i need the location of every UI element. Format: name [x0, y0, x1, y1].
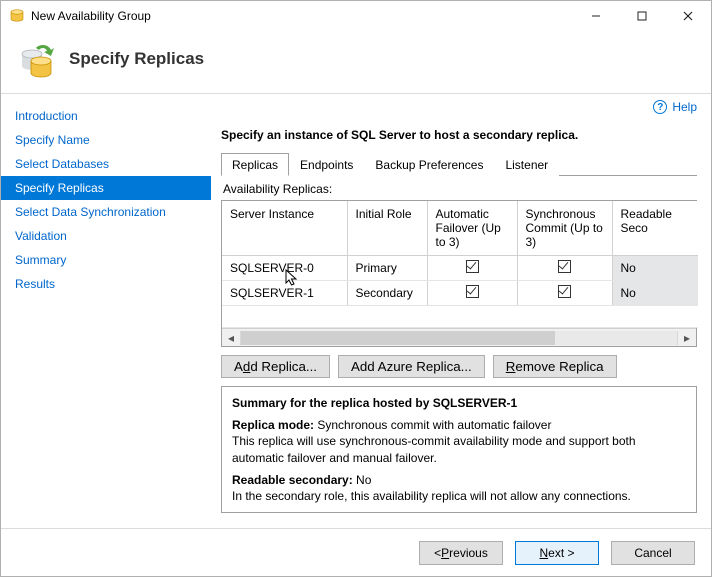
- app-icon: [9, 8, 25, 24]
- nav-summary[interactable]: Summary: [1, 248, 211, 272]
- cell-readable[interactable]: No: [612, 256, 698, 281]
- summary-readable-value: No: [353, 473, 372, 487]
- window-title: New Availability Group: [31, 9, 573, 23]
- summary-mode-value: Synchronous commit with automatic failov…: [314, 418, 551, 432]
- previous-button[interactable]: < Previous: [419, 541, 503, 565]
- grid-table: Server Instance Initial Role Automatic F…: [222, 201, 698, 328]
- summary-heading: Summary for the replica hosted by SQLSER…: [232, 396, 517, 410]
- tab-backup-preferences[interactable]: Backup Preferences: [364, 153, 494, 176]
- scroll-right-icon[interactable]: ▸: [678, 331, 696, 345]
- sidebar: Introduction Specify Name Select Databas…: [1, 94, 211, 528]
- help-label: Help: [672, 100, 697, 114]
- remove-replica-button[interactable]: Remove Replica: [493, 355, 617, 378]
- help-icon: ?: [653, 100, 667, 114]
- cell-role: Primary: [347, 256, 427, 281]
- scroll-left-icon[interactable]: ◂: [222, 331, 240, 345]
- database-icon: [17, 39, 57, 79]
- instruction-text: Specify an instance of SQL Server to hos…: [221, 128, 697, 142]
- cancel-button[interactable]: Cancel: [611, 541, 695, 565]
- summary-mode-desc: This replica will use synchronous-commit…: [232, 434, 636, 464]
- grid-label: Availability Replicas:: [223, 182, 697, 196]
- checkbox-icon[interactable]: [466, 285, 479, 298]
- nav-results[interactable]: Results: [1, 272, 211, 296]
- scroll-track[interactable]: [240, 331, 678, 345]
- replica-buttons: Add Replica... Add Azure Replica... Remo…: [221, 355, 697, 378]
- col-initial-role[interactable]: Initial Role: [347, 201, 427, 256]
- nav-validation[interactable]: Validation: [1, 224, 211, 248]
- cell-sync[interactable]: [517, 256, 612, 281]
- nav-select-databases[interactable]: Select Databases: [1, 152, 211, 176]
- next-button[interactable]: Next >: [515, 541, 599, 565]
- col-readable-secondary[interactable]: Readable Seco: [612, 201, 698, 256]
- col-sync-commit[interactable]: Synchronous Commit (Up to 3): [517, 201, 612, 256]
- tab-listener[interactable]: Listener: [494, 153, 559, 176]
- footer: < Previous Next > Cancel: [1, 528, 711, 576]
- maximize-button[interactable]: [619, 1, 665, 31]
- minimize-button[interactable]: [573, 1, 619, 31]
- col-server-instance[interactable]: Server Instance: [222, 201, 347, 256]
- cell-readable[interactable]: No: [612, 281, 698, 306]
- nav-specify-name[interactable]: Specify Name: [1, 128, 211, 152]
- page-header: Specify Replicas: [1, 31, 711, 94]
- cell-sync[interactable]: [517, 281, 612, 306]
- checkbox-icon[interactable]: [558, 260, 571, 273]
- cell-auto[interactable]: [427, 256, 517, 281]
- summary-readable-desc: In the secondary role, this availability…: [232, 489, 631, 503]
- nav-introduction[interactable]: Introduction: [1, 104, 211, 128]
- replicas-grid: Server Instance Initial Role Automatic F…: [221, 200, 697, 347]
- add-replica-button[interactable]: Add Replica...: [221, 355, 330, 378]
- nav-specify-replicas[interactable]: Specify Replicas: [1, 176, 211, 200]
- nav-select-data-sync[interactable]: Select Data Synchronization: [1, 200, 211, 224]
- grid-horizontal-scrollbar[interactable]: ◂ ▸: [222, 328, 696, 346]
- tabstrip: Replicas Endpoints Backup Preferences Li…: [221, 152, 697, 176]
- close-button[interactable]: [665, 1, 711, 31]
- cell-role: Secondary: [347, 281, 427, 306]
- table-row[interactable]: SQLSERVER-0 Primary No: [222, 256, 698, 281]
- scroll-thumb[interactable]: [241, 331, 555, 345]
- cell-auto[interactable]: [427, 281, 517, 306]
- table-row[interactable]: SQLSERVER-1 Secondary No: [222, 281, 698, 306]
- titlebar: New Availability Group: [1, 1, 711, 31]
- add-azure-replica-button[interactable]: Add Azure Replica...: [338, 355, 485, 378]
- wizard-window: New Availability Group Specify Replicas …: [0, 0, 712, 577]
- col-auto-failover[interactable]: Automatic Failover (Up to 3): [427, 201, 517, 256]
- page-title: Specify Replicas: [69, 49, 204, 69]
- summary-readable-label: Readable secondary:: [232, 473, 353, 487]
- checkbox-icon[interactable]: [466, 260, 479, 273]
- summary-panel: Summary for the replica hosted by SQLSER…: [221, 386, 697, 513]
- tab-endpoints[interactable]: Endpoints: [289, 153, 364, 176]
- wizard-body: Introduction Specify Name Select Databas…: [1, 94, 711, 528]
- main-panel: ? Help Specify an instance of SQL Server…: [211, 94, 711, 528]
- summary-mode-label: Replica mode:: [232, 418, 314, 432]
- tab-replicas[interactable]: Replicas: [221, 153, 289, 176]
- help-link[interactable]: ? Help: [221, 100, 697, 114]
- cell-server[interactable]: SQLSERVER-1: [222, 281, 347, 306]
- cell-server[interactable]: SQLSERVER-0: [222, 256, 347, 281]
- checkbox-icon[interactable]: [558, 285, 571, 298]
